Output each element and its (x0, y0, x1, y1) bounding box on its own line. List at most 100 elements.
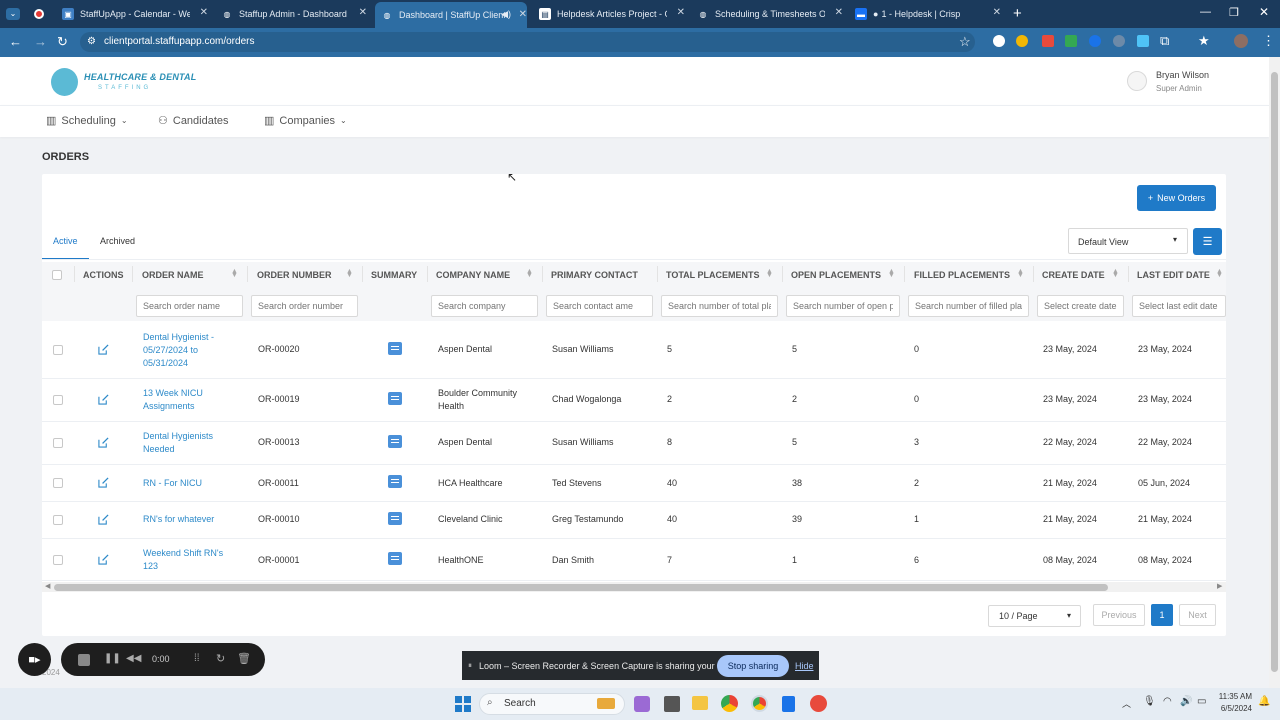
column-header-open-placements[interactable]: OPEN PLACEMENTS (791, 270, 881, 280)
column-header-create-date[interactable]: CREATE DATE (1042, 270, 1105, 280)
stop-sharing-button[interactable]: Stop sharing (717, 655, 789, 677)
close-icon[interactable]: ✕ (519, 9, 527, 20)
nav-scheduling[interactable]: ▥ Scheduling ⌄ (46, 114, 128, 128)
record-icon[interactable] (34, 9, 44, 19)
user-name[interactable]: Bryan Wilson (1156, 70, 1209, 80)
edit-icon[interactable] (98, 477, 109, 488)
order-number-search-input[interactable] (251, 295, 358, 317)
drag-handle-icon[interactable]: ⁞⁞ (194, 653, 200, 664)
total-placements-search-input[interactable] (661, 295, 778, 317)
filled-placements-search-input[interactable] (908, 295, 1029, 317)
restart-icon[interactable]: ↻ (216, 652, 225, 665)
open-placements-search-input[interactable] (786, 295, 900, 317)
sort-icon[interactable]: ▲ ▼ (231, 268, 238, 279)
browser-tab[interactable]: ◍ Scheduling & Timesheets Over ✕ (697, 4, 844, 24)
file-explorer-icon[interactable] (692, 696, 708, 710)
column-header-filled-placements[interactable]: FILLED PLACEMENTS (914, 270, 1010, 280)
summary-chat-icon[interactable] (388, 435, 402, 448)
company-search-input[interactable] (431, 295, 538, 317)
trash-icon[interactable]: 🗑 (237, 652, 251, 665)
sort-icon[interactable]: ▲ ▼ (1216, 268, 1223, 279)
order-name-search-input[interactable] (136, 295, 243, 317)
row-checkbox[interactable] (53, 555, 63, 565)
tab-archived[interactable]: Archived (100, 236, 135, 246)
page-1-button[interactable]: 1 (1151, 604, 1173, 626)
page-scrollbar-thumb[interactable] (1271, 72, 1278, 672)
browser-tab[interactable]: ▣ StaffUpApp - Calendar - Week ✕ (62, 4, 208, 24)
row-checkbox[interactable] (53, 438, 63, 448)
close-icon[interactable]: ✕ (835, 7, 843, 18)
page-size-select[interactable]: 10 / Page ▾ (988, 605, 1081, 627)
hide-button[interactable]: Hide (795, 661, 814, 671)
edit-icon[interactable] (98, 344, 109, 355)
forward-icon[interactable]: → (34, 34, 47, 49)
microphone-icon[interactable]: 🎙 (1143, 696, 1156, 707)
nav-candidates[interactable]: ⚇ Candidates (158, 114, 229, 128)
extension-7-icon[interactable] (1137, 35, 1149, 47)
browser-tab[interactable]: ▬ ● 1 - Helpdesk | Crisp ✕ (855, 4, 1001, 24)
column-header-company-name[interactable]: COMPANY NAME (436, 270, 510, 280)
previous-page-button[interactable]: Previous (1093, 604, 1145, 626)
order-name-link[interactable]: Dental Hygienists Needed (143, 430, 223, 456)
volume-icon[interactable]: 🔊 (1180, 696, 1192, 707)
bookmark-star-icon[interactable]: ☆ (959, 34, 971, 50)
restore-icon[interactable]: ❐ (1229, 6, 1239, 19)
clock-date[interactable]: 6/5/2024 (1218, 704, 1252, 713)
copilot-icon[interactable] (634, 696, 650, 712)
contact-search-input[interactable] (546, 295, 653, 317)
browser-tab[interactable]: ◍ Staffup Admin - Dashboard ✕ (221, 4, 368, 24)
battery-icon[interactable]: ▭ (1197, 696, 1206, 707)
select-all-checkbox[interactable] (52, 270, 62, 280)
sort-icon[interactable]: ▲ ▼ (346, 268, 353, 279)
scroll-right-icon[interactable]: ▶ (1217, 582, 1222, 590)
chrome-icon[interactable] (721, 695, 738, 712)
audio-icon[interactable]: ◀) (501, 9, 511, 20)
extension-3-icon[interactable] (1042, 35, 1054, 47)
menu-kebab-icon[interactable]: ⋮ (1262, 33, 1275, 49)
table-scrollbar-thumb[interactable] (54, 584, 1108, 591)
row-checkbox[interactable] (53, 345, 63, 355)
summary-chat-icon[interactable] (388, 552, 402, 565)
site-info-icon[interactable]: ⚙ (87, 36, 96, 47)
reload-icon[interactable]: ↻ (57, 34, 68, 50)
sort-icon[interactable]: ▲ ▼ (888, 268, 895, 279)
extension-4-icon[interactable] (1065, 35, 1077, 47)
row-checkbox[interactable] (53, 395, 63, 405)
column-header-primary-contact[interactable]: PRIMARY CONTACT (551, 270, 638, 280)
last-edit-date-picker[interactable] (1132, 295, 1226, 317)
close-icon[interactable]: ✕ (993, 7, 1001, 18)
edit-icon[interactable] (98, 437, 109, 448)
extension-2-icon[interactable] (1016, 35, 1028, 47)
sort-icon[interactable]: ▲ ▼ (1112, 268, 1119, 279)
order-name-link[interactable]: RN's for whatever (143, 513, 214, 526)
tab-active[interactable]: Active (53, 236, 78, 246)
order-name-link[interactable]: Weekend Shift RN's 123 (143, 547, 228, 573)
new-tab-icon[interactable]: + (1013, 5, 1022, 22)
browser-tab[interactable]: ▤ Helpdesk Articles Project - Goo ✕ (539, 4, 685, 24)
profile-avatar-icon[interactable] (1234, 34, 1248, 48)
back-icon[interactable]: ← (9, 34, 22, 49)
filter-settings-button[interactable]: ☰ (1193, 228, 1222, 255)
task-view-icon[interactable] (664, 696, 680, 712)
close-icon[interactable]: ✕ (677, 7, 685, 18)
order-name-link[interactable]: 13 Week NICU Assignments (143, 387, 223, 413)
summary-chat-icon[interactable] (388, 342, 402, 355)
column-header-order-number[interactable]: ORDER NUMBER (257, 270, 332, 280)
order-name-link[interactable]: RN - For NICU (143, 477, 202, 490)
close-icon[interactable]: ✕ (359, 7, 367, 18)
create-date-picker[interactable] (1037, 295, 1124, 317)
tab-search-button[interactable]: ⌄ (6, 8, 20, 20)
extension-1-icon[interactable] (993, 35, 1005, 47)
row-checkbox[interactable] (53, 515, 63, 525)
edit-icon[interactable] (98, 394, 109, 405)
windows-start-icon[interactable] (455, 696, 471, 712)
chevron-up-icon[interactable]: ︿ (1122, 697, 1131, 710)
extension-5-icon[interactable] (1089, 35, 1101, 47)
app-notification-icon[interactable] (810, 695, 827, 712)
rewind-icon[interactable]: ◀◀ (126, 653, 141, 664)
bookmarks-icon[interactable]: ★ (1198, 33, 1210, 49)
close-icon[interactable]: ✕ (200, 7, 208, 18)
close-window-icon[interactable]: ✕ (1259, 5, 1269, 19)
column-header-total-placements[interactable]: TOTAL PLACEMENTS (666, 270, 760, 280)
column-header-last-edit-date[interactable]: LAST EDIT DATE (1137, 270, 1210, 280)
